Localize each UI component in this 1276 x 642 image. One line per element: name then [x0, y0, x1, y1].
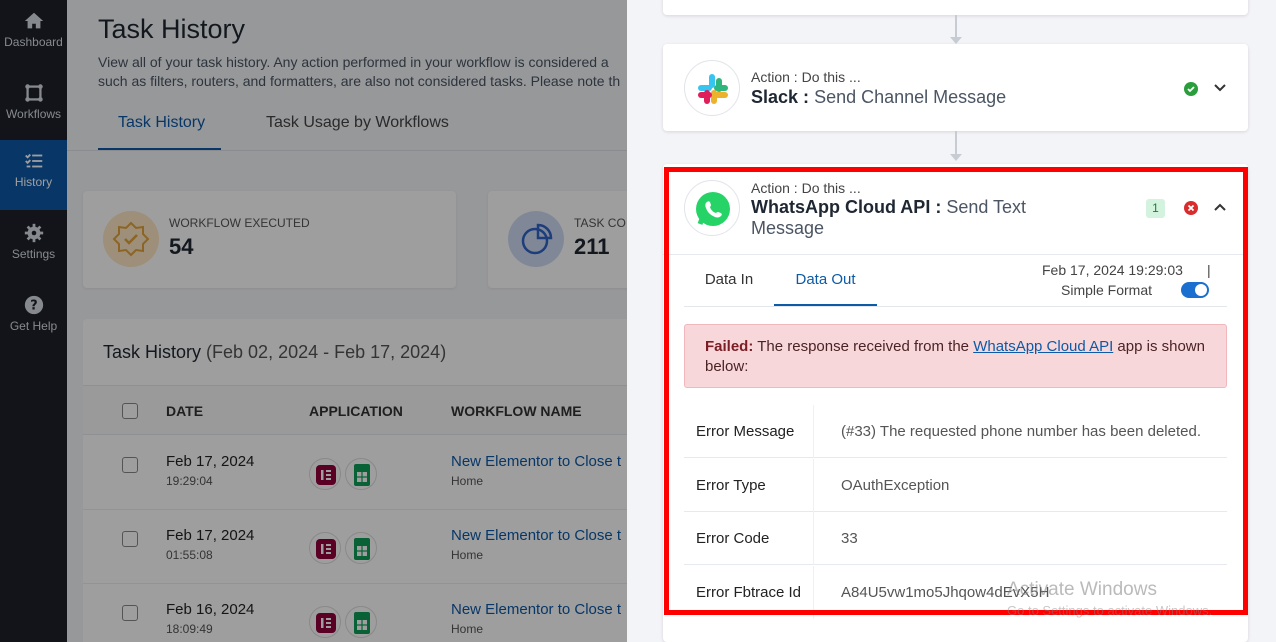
slack-icon [684, 60, 740, 116]
app-link[interactable]: WhatsApp Cloud API [973, 338, 1113, 355]
chevron-up-icon[interactable] [1213, 200, 1227, 214]
simple-format-label: Simple Format [1061, 282, 1153, 298]
connector-arrow-icon [950, 37, 962, 44]
chevron-down-icon[interactable] [1213, 81, 1227, 95]
field-value: OAuthException [841, 477, 950, 494]
success-check-icon [1184, 82, 1198, 96]
step-connector [955, 15, 957, 37]
step-divider [663, 254, 1248, 255]
tab-data-in[interactable]: Data In [684, 256, 774, 306]
error-x-icon [1184, 201, 1198, 215]
task-timestamp: Feb 17, 2024 19:29:03 [1042, 262, 1183, 278]
data-tabs-divider [684, 306, 1227, 307]
data-row-error-message: Error Message (#33) The requested phone … [684, 405, 1227, 458]
previous-step-card[interactable] [663, 0, 1248, 15]
step-card-slack[interactable]: Action : Do this ... Slack : Send Channe… [663, 44, 1248, 131]
step-action-label: Action : Do this ... [751, 69, 861, 85]
step-title: WhatsApp Cloud API : Send Text Message [751, 197, 1027, 238]
task-count-badge: 1 [1146, 199, 1165, 218]
data-row-error-type: Error Type OAuthException [684, 459, 1227, 512]
data-row-error-code: Error Code 33 [684, 512, 1227, 565]
step-action-label: Action : Do this ... [751, 180, 861, 196]
windows-activation-watermark: Activate Windows [1007, 579, 1157, 600]
field-value: 33 [841, 530, 858, 547]
field-key: Error Code [696, 530, 770, 547]
error-alert: Failed: The response received from the W… [684, 324, 1227, 388]
simple-format-toggle[interactable] [1181, 282, 1209, 298]
field-key: Error Fbtrace Id [696, 584, 802, 601]
windows-activation-subtext: Go to Settings to activate Windows. [1007, 603, 1213, 618]
whatsapp-icon [684, 180, 740, 236]
tab-data-out[interactable]: Data Out [774, 256, 877, 306]
field-value: (#33) The requested phone number has bee… [841, 423, 1201, 440]
timestamp-separator: | [1207, 262, 1211, 278]
field-key: Error Type [696, 477, 766, 494]
task-detail-drawer: Action : Do this ... Slack : Send Channe… [627, 0, 1276, 642]
field-key: Error Message [696, 423, 795, 440]
connector-arrow-icon [950, 154, 962, 161]
modal-backdrop[interactable] [0, 0, 627, 642]
step-connector [955, 131, 957, 154]
step-title: Slack : Send Channel Message [751, 87, 1007, 107]
